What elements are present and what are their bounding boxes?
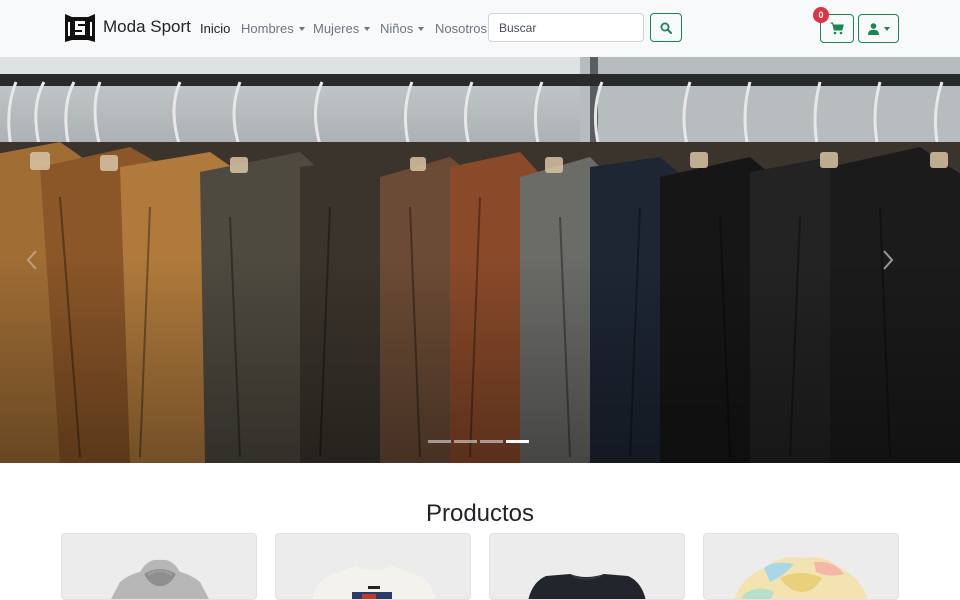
- brand-name[interactable]: Moda Sport: [103, 17, 191, 37]
- product-card[interactable]: [275, 533, 471, 600]
- product-image-black-tshirt: [528, 574, 646, 599]
- carousel-indicator-1[interactable]: [428, 440, 451, 443]
- nav-home[interactable]: Inicio: [200, 21, 230, 36]
- chevron-down-icon: [298, 27, 305, 31]
- user-menu-button[interactable]: [858, 14, 899, 43]
- nav-home-label: Inicio: [200, 21, 231, 36]
- nav-men-dropdown[interactable]: Hombres: [241, 21, 305, 36]
- product-image-white-graphic-tshirt: [312, 566, 436, 599]
- carousel-prev-button[interactable]: [0, 57, 64, 463]
- search-icon: [660, 22, 672, 34]
- hero-image-jackets-on-rack: [0, 57, 960, 463]
- cart-count-badge: 0: [813, 7, 829, 23]
- product-card[interactable]: [489, 533, 685, 600]
- chevron-down-icon: [418, 27, 425, 31]
- product-card[interactable]: [61, 533, 257, 600]
- user-icon: [867, 22, 879, 35]
- navbar: Moda Sport Inicio Hombres Mujeres Niños …: [0, 0, 960, 57]
- nav-women-label: Mujeres: [313, 21, 360, 36]
- chevron-down-icon: [364, 27, 371, 31]
- product-card[interactable]: [703, 533, 899, 600]
- hero-carousel: [0, 57, 960, 463]
- chevron-right-icon: [883, 250, 894, 270]
- chevron-down-icon: [883, 26, 890, 31]
- nav-women-dropdown[interactable]: Mujeres: [313, 21, 371, 36]
- carousel-indicator-4[interactable]: [506, 440, 529, 443]
- carousel-indicators: [428, 440, 529, 446]
- nav-about[interactable]: Nosotros: [435, 21, 487, 36]
- carousel-indicator-3[interactable]: [480, 440, 503, 443]
- carousel-indicator-2[interactable]: [454, 440, 477, 443]
- product-image-tie-dye-hoodie: [734, 557, 868, 599]
- moda-sport-logo[interactable]: [64, 12, 96, 44]
- products-section-title: Productos: [425, 500, 535, 527]
- nav-kids-dropdown[interactable]: Niños: [380, 21, 425, 36]
- cart-icon: [830, 22, 844, 35]
- nav-about-label: Nosotros: [435, 21, 488, 36]
- nav-kids-label: Niños: [380, 21, 414, 36]
- nav-men-label: Hombres: [241, 21, 294, 36]
- search-input[interactable]: [488, 13, 644, 42]
- product-image-grey-hoodie: [111, 559, 209, 599]
- carousel-next-button[interactable]: [856, 57, 920, 463]
- search-button[interactable]: [650, 13, 682, 42]
- chevron-left-icon: [26, 250, 37, 270]
